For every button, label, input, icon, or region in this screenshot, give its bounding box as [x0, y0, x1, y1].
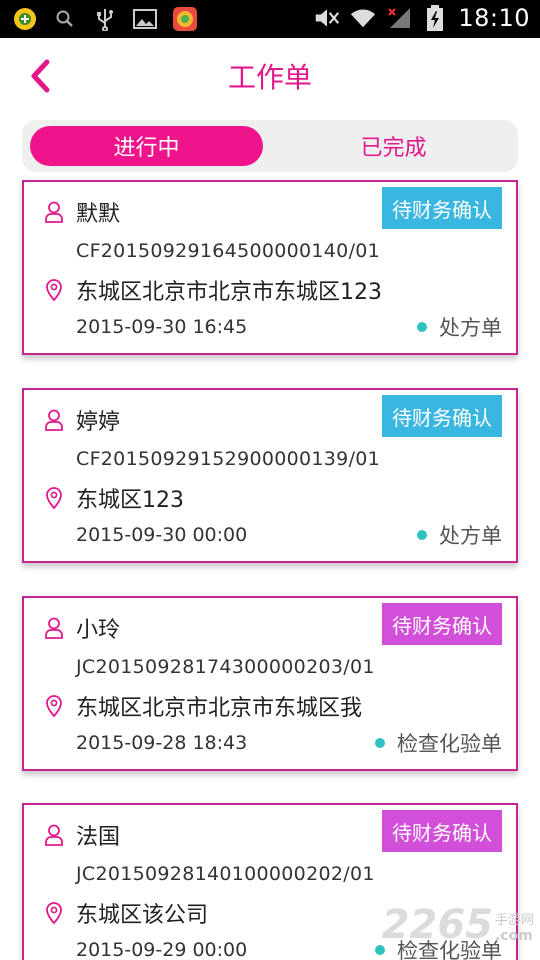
order-code: CF20150929152900000139/01 [76, 448, 381, 470]
signal-icon [386, 5, 412, 31]
page-title: 工作单 [227, 61, 312, 94]
order-type: 处方单 [417, 520, 502, 550]
tab-bar: 进行中 已完成 [22, 120, 518, 172]
person-icon [45, 201, 63, 223]
status-bar: 18:10 [0, 0, 540, 38]
mute-icon [314, 5, 340, 31]
status-badge: 待财务确认 [382, 810, 502, 852]
app-badge-icon [12, 6, 38, 32]
order-address: 东城区该公司 [76, 903, 209, 928]
watermark-site: 手游网 [494, 913, 534, 928]
person-icon [45, 824, 63, 846]
order-type-label: 处方单 [439, 524, 502, 548]
order-type: 检查化验单 [375, 728, 502, 758]
location-pin-icon [46, 279, 62, 302]
battery-charging-icon [422, 5, 448, 31]
location-pin-icon [46, 695, 62, 718]
person-icon [45, 409, 63, 431]
order-code: JC20150928140100000202/01 [76, 863, 375, 885]
status-badge: 待财务确认 [382, 187, 502, 229]
order-datetime: 2015-09-30 00:00 [76, 524, 248, 546]
watermark-logo: 2265 手游网 .com [382, 902, 534, 948]
tab-completed[interactable]: 已完成 [277, 126, 510, 166]
app-header: 工作单 [0, 38, 540, 116]
order-card[interactable]: 待财务确认 小玲 JC20150928174300000203/01 东城区北京… [22, 596, 518, 771]
person-icon [45, 617, 63, 639]
order-type-label: 检查化验单 [397, 732, 502, 756]
order-datetime: 2015-09-29 00:00 [76, 939, 248, 960]
order-code: JC20150928174300000203/01 [76, 656, 375, 678]
image-icon [132, 6, 158, 32]
order-datetime: 2015-09-30 16:45 [76, 316, 248, 338]
order-card[interactable]: 待财务确认 默默 CF20150929164500000140/01 东城区北京… [22, 180, 518, 355]
usb-icon [92, 6, 118, 32]
order-address: 东城区123 [76, 488, 184, 513]
location-pin-icon [46, 487, 62, 510]
watermark-domain: .com [494, 928, 533, 944]
location-pin-icon [46, 902, 62, 925]
clock: 18:10 [458, 4, 530, 32]
order-type: 处方单 [417, 312, 502, 342]
type-dot-icon [417, 322, 427, 332]
order-address: 东城区北京市北京市东城区123 [76, 280, 382, 305]
app-store-icon [172, 6, 198, 32]
watermark-number: 2265 [381, 902, 493, 948]
order-address: 东城区北京市北京市东城区我 [76, 696, 363, 721]
order-datetime: 2015-09-28 18:43 [76, 732, 248, 754]
tab-in-progress[interactable]: 进行中 [30, 126, 263, 166]
status-badge: 待财务确认 [382, 603, 502, 645]
order-card[interactable]: 待财务确认 婷婷 CF20150929152900000139/01 东城区12… [22, 388, 518, 563]
order-code: CF20150929164500000140/01 [76, 240, 381, 262]
patient-name: 默默 [76, 202, 121, 227]
type-dot-icon [417, 530, 427, 540]
patient-name: 法国 [76, 825, 121, 850]
search-icon [52, 6, 78, 32]
type-dot-icon [375, 738, 385, 748]
status-badge: 待财务确认 [382, 395, 502, 437]
wifi-icon [350, 5, 376, 31]
patient-name: 婷婷 [76, 410, 121, 435]
order-type-label: 处方单 [439, 316, 502, 340]
patient-name: 小玲 [76, 618, 121, 643]
